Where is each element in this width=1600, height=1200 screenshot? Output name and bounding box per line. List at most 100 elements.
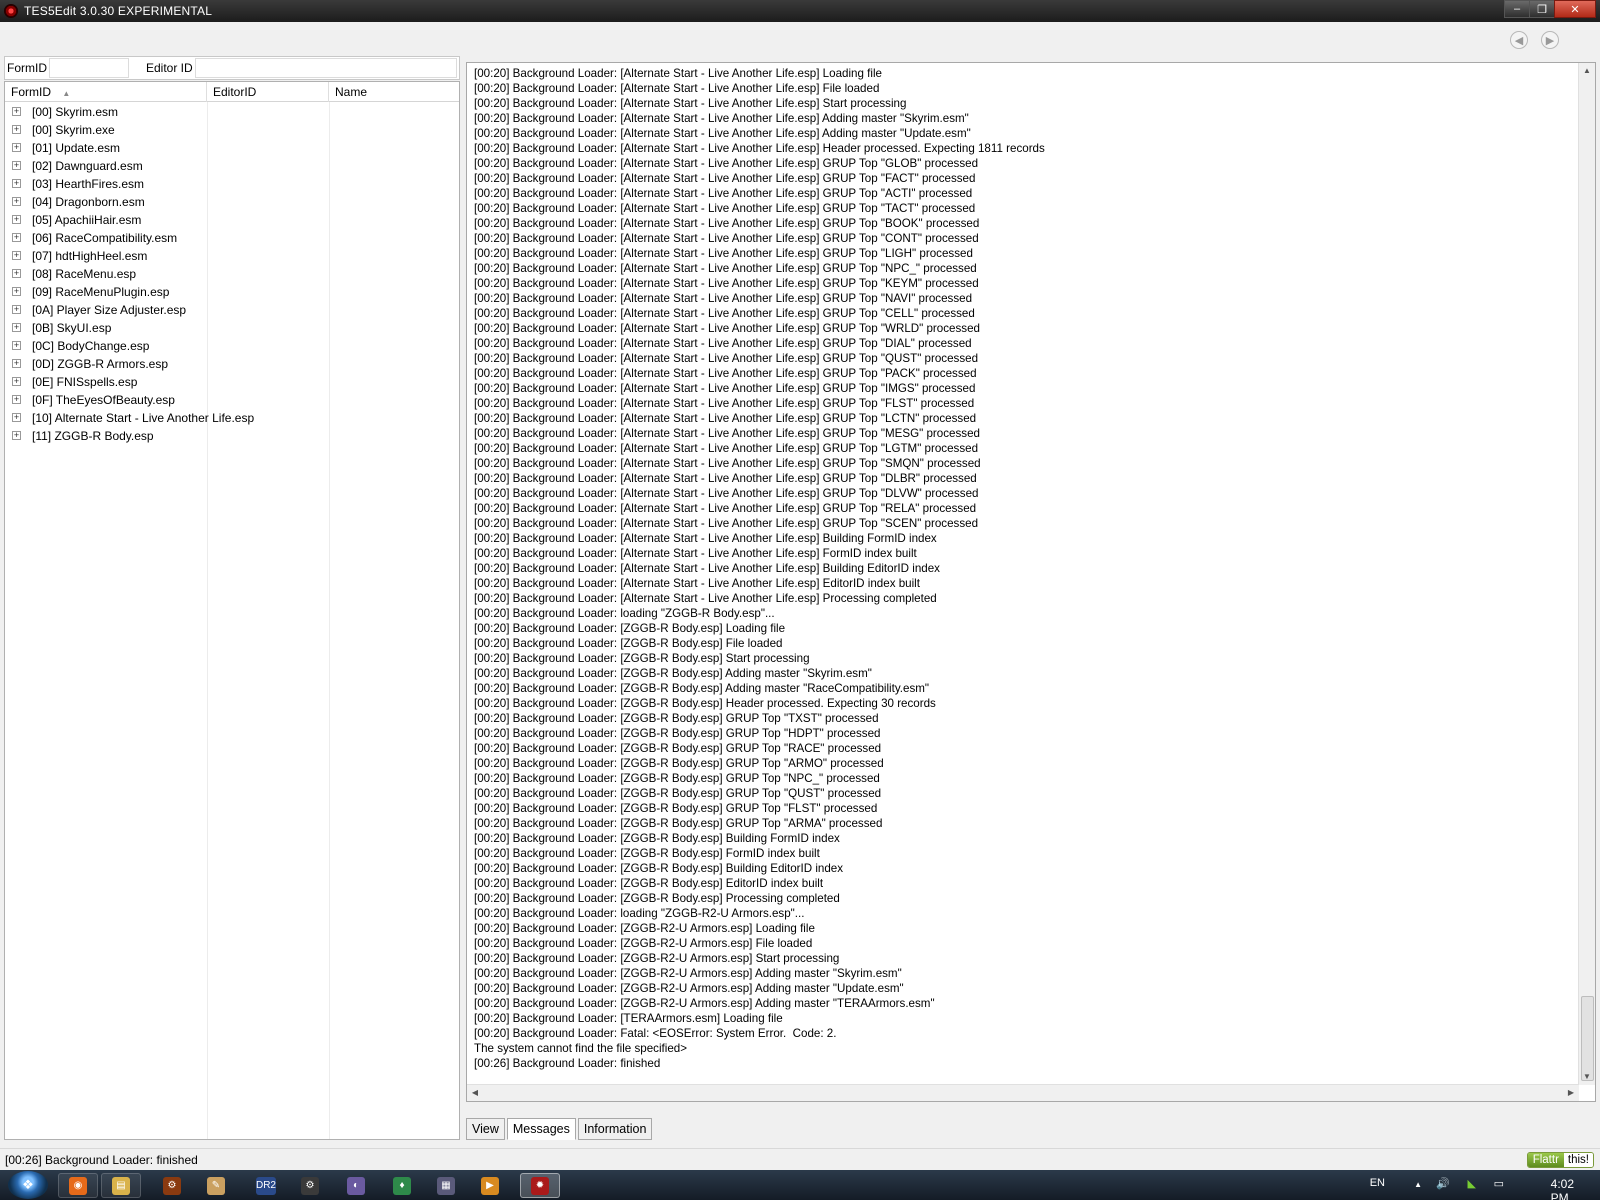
forward-button[interactable]: ▶: [1541, 31, 1559, 49]
gpu-icon[interactable]: ◣: [1468, 1177, 1476, 1190]
horizontal-scrollbar[interactable]: ◀ ▶: [467, 1084, 1579, 1101]
tree-row[interactable]: + [00] Skyrim.exe: [5, 121, 459, 139]
tree-row[interactable]: + [0D] ZGGB-R Armors.esp: [5, 355, 459, 373]
firefox-glyph: ◉: [69, 1176, 87, 1195]
scroll-up-icon[interactable]: ▲: [1579, 63, 1595, 79]
expand-icon[interactable]: +: [12, 431, 21, 440]
diablo-icon[interactable]: ⚙: [152, 1173, 192, 1198]
message-line: [00:20] Background Loader: [Alternate St…: [474, 187, 973, 200]
column-header-name[interactable]: Name: [329, 82, 459, 102]
expand-icon[interactable]: +: [12, 359, 21, 368]
expand-icon[interactable]: +: [12, 215, 21, 224]
message-line: [00:20] Background Loader: [ZGGB-R Body.…: [474, 817, 883, 830]
network-icon[interactable]: ▭: [1494, 1177, 1504, 1190]
message-line: [00:20] Background Loader: [Alternate St…: [474, 487, 979, 500]
tab-information[interactable]: Information: [577, 1118, 653, 1140]
expand-icon[interactable]: +: [12, 269, 21, 278]
tree-row[interactable]: + [11] ZGGB-R Body.esp: [5, 427, 459, 445]
tree-row[interactable]: + [03] HearthFires.esm: [5, 175, 459, 193]
tab-view[interactable]: View: [466, 1118, 505, 1140]
tree-row[interactable]: + [09] RaceMenuPlugin.esp: [5, 283, 459, 301]
tree-row[interactable]: + [02] Dawnguard.esm: [5, 157, 459, 175]
tree-row-label: [01] Update.esm: [32, 141, 121, 155]
game-glyph: ♦: [393, 1176, 411, 1195]
eclipse-icon[interactable]: ◐: [336, 1173, 376, 1198]
message-line: [00:20] Background Loader: [ZGGB-R Body.…: [474, 787, 882, 800]
tree-row[interactable]: + [04] Dragonborn.esm: [5, 193, 459, 211]
expand-icon[interactable]: +: [12, 413, 21, 422]
expand-icon[interactable]: +: [12, 377, 21, 386]
message-line: [00:20] Background Loader: [Alternate St…: [474, 367, 977, 380]
minimize-button[interactable]: ‒: [1504, 0, 1530, 18]
expand-icon[interactable]: +: [12, 395, 21, 404]
scroll-down-icon[interactable]: ▼: [1579, 1069, 1595, 1085]
tree-row[interactable]: + [06] RaceCompatibility.esm: [5, 229, 459, 247]
tes5edit-icon[interactable]: ✹: [520, 1173, 560, 1198]
dr2-icon[interactable]: DR2: [246, 1173, 286, 1198]
flattr-button[interactable]: Flattr this!: [1526, 1152, 1594, 1168]
tree-row[interactable]: + [0F] TheEyesOfBeauty.esp: [5, 391, 459, 409]
tree-row[interactable]: + [08] RaceMenu.esp: [5, 265, 459, 283]
tree-row[interactable]: + [01] Update.esm: [5, 139, 459, 157]
message-line: [00:20] Background Loader: [Alternate St…: [474, 97, 907, 110]
steam-icon[interactable]: ⚙: [290, 1173, 330, 1198]
expand-icon[interactable]: +: [12, 341, 21, 350]
tree-row-label: [0D] ZGGB-R Armors.esp: [32, 357, 169, 371]
maximize-button[interactable]: ❐: [1529, 0, 1555, 18]
plugin-tree[interactable]: FormID ▲ EditorID Name + [00] Skyrim.esm +…: [4, 81, 460, 1140]
expand-icon[interactable]: +: [12, 125, 21, 134]
media-icon[interactable]: ▶: [470, 1173, 510, 1198]
tree-row[interactable]: + [0E] FNISspells.esp: [5, 373, 459, 391]
scroll-left-icon[interactable]: ◀: [467, 1085, 483, 1101]
message-line: [00:20] Background Loader: loading "ZGGB…: [474, 607, 775, 620]
language-indicator[interactable]: EN: [1370, 1177, 1385, 1189]
flattr-this-label: this!: [1563, 1153, 1593, 1167]
expand-icon[interactable]: +: [12, 107, 21, 116]
message-line: [00:20] Background Loader: [Alternate St…: [474, 307, 975, 320]
tree-row[interactable]: + [10] Alternate Start - Live Another Lif…: [5, 409, 459, 427]
expand-icon[interactable]: +: [12, 233, 21, 242]
column-header-formid[interactable]: FormID ▲: [5, 82, 207, 102]
scroll-right-icon[interactable]: ▶: [1563, 1085, 1579, 1101]
tree-row[interactable]: + [0A] Player Size Adjuster.esp: [5, 301, 459, 319]
expand-icon[interactable]: +: [12, 251, 21, 260]
formid-filter-input[interactable]: [49, 58, 129, 78]
message-line: [00:20] Background Loader: [ZGGB-R Body.…: [474, 727, 881, 740]
filter-bar: FormID Editor ID: [4, 56, 460, 80]
photo-icon[interactable]: ▦: [426, 1173, 466, 1198]
back-button[interactable]: ◀: [1510, 31, 1528, 49]
column-header-editorid[interactable]: EditorID: [207, 82, 329, 102]
tree-row[interactable]: + [0C] BodyChange.esp: [5, 337, 459, 355]
close-button[interactable]: ✕: [1554, 0, 1596, 18]
messages-panel[interactable]: [00:20] Background Loader: [Alternate St…: [466, 62, 1596, 1102]
clock[interactable]: 4:02 PM: [1551, 1177, 1574, 1200]
expand-icon[interactable]: +: [12, 323, 21, 332]
message-line: [00:20] Background Loader: [ZGGB-R Body.…: [474, 622, 786, 635]
script-glyph: ✎: [207, 1176, 225, 1195]
message-line: [00:20] Background Loader: Fatal: <EOSEr…: [474, 1027, 837, 1040]
message-line: [00:20] Background Loader: [Alternate St…: [474, 382, 976, 395]
tree-row[interactable]: + [07] hdtHighHeel.esm: [5, 247, 459, 265]
expand-icon[interactable]: +: [12, 305, 21, 314]
expand-icon[interactable]: +: [12, 197, 21, 206]
flattr-label: Flattr: [1527, 1153, 1564, 1167]
expand-icon[interactable]: +: [12, 143, 21, 152]
tab-messages[interactable]: Messages: [506, 1118, 576, 1140]
tray-expand-icon[interactable]: ▲: [1414, 1180, 1422, 1189]
editorid-filter-input[interactable]: [195, 58, 457, 78]
expand-icon[interactable]: +: [12, 161, 21, 170]
vertical-scrollbar[interactable]: ▲ ▼: [1578, 63, 1595, 1085]
volume-icon[interactable]: 🔊: [1436, 1177, 1450, 1190]
tree-row[interactable]: + [00] Skyrim.esm: [5, 103, 459, 121]
script-icon[interactable]: ✎: [196, 1173, 236, 1198]
tree-row[interactable]: + [05] ApachiiHair.esm: [5, 211, 459, 229]
message-line: [00:20] Background Loader: [ZGGB-R Body.…: [474, 847, 820, 860]
tree-row[interactable]: + [0B] SkyUI.esp: [5, 319, 459, 337]
explorer-icon[interactable]: ▤: [101, 1173, 141, 1198]
firefox-icon[interactable]: ◉: [58, 1173, 98, 1198]
expand-icon[interactable]: +: [12, 287, 21, 296]
start-button[interactable]: ❖: [8, 1171, 48, 1199]
message-line: [00:20] Background Loader: [ZGGB-R Body.…: [474, 802, 878, 815]
game-icon[interactable]: ♦: [382, 1173, 422, 1198]
expand-icon[interactable]: +: [12, 179, 21, 188]
